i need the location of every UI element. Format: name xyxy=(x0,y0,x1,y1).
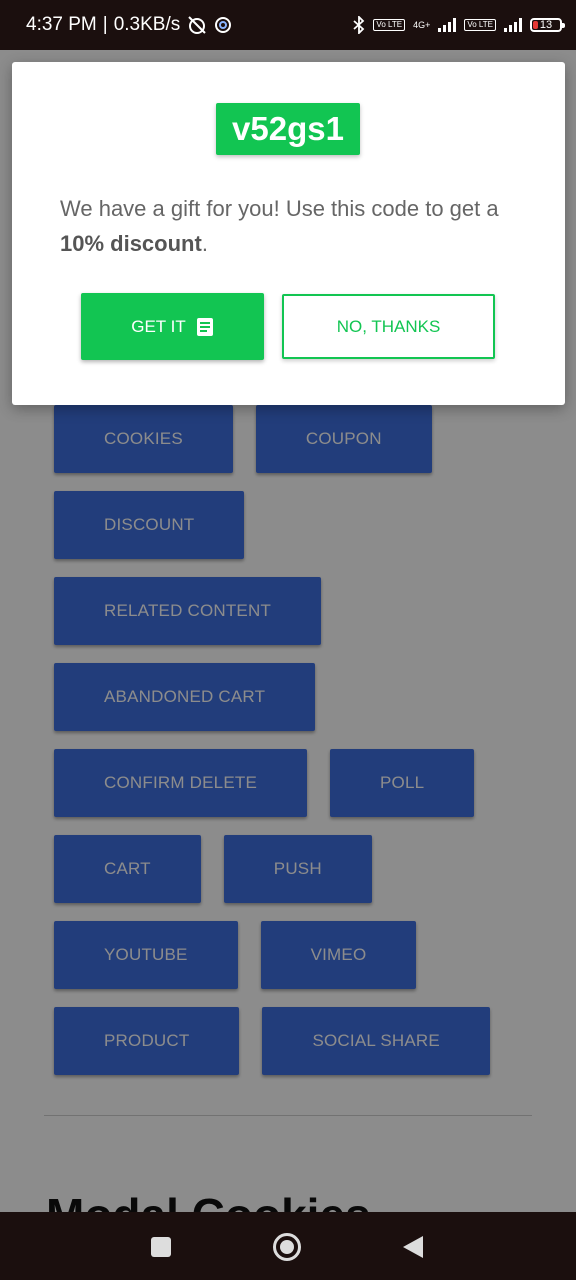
clock: 4:37 PM xyxy=(26,14,97,35)
signal-icon-2 xyxy=(504,18,522,32)
modal-message: We have a gift for you! Use this code to… xyxy=(60,191,530,261)
no-thanks-button[interactable]: NO, THANKS xyxy=(282,294,495,359)
volte-icon-2: Vo LTE xyxy=(464,19,496,31)
alarm-off-icon xyxy=(186,14,208,36)
volte-icon: Vo LTE xyxy=(373,19,406,31)
book-icon xyxy=(196,317,214,337)
network-speed: 0.3KB/s xyxy=(113,14,181,35)
battery-icon: 13 xyxy=(530,18,565,32)
network-type: 4G+ xyxy=(413,20,431,30)
app-notification-icon xyxy=(214,16,232,34)
discount-amount: 10% discount xyxy=(60,231,202,256)
recents-square-icon[interactable] xyxy=(146,1232,176,1262)
coupon-code: v52gs1 xyxy=(216,103,360,155)
message-end: . xyxy=(201,231,208,256)
discount-modal: v52gs1 We have a gift for you! Use this … xyxy=(12,62,565,405)
home-circle-icon[interactable] xyxy=(272,1232,302,1262)
message-text: We have a gift for you! Use this code to… xyxy=(60,196,499,221)
get-it-label: GET IT xyxy=(131,316,186,336)
status-separator: | xyxy=(102,14,108,35)
bluetooth-icon xyxy=(353,16,365,34)
get-it-button[interactable]: GET IT xyxy=(81,293,264,360)
back-triangle-icon[interactable] xyxy=(398,1232,428,1262)
signal-icon xyxy=(438,18,457,32)
battery-level: 13 xyxy=(539,19,553,31)
status-bar: 4:37 PM | 0.3KB/s Vo LTE 4G+ Vo LTE 13 xyxy=(0,0,576,50)
navigation-bar xyxy=(0,1212,576,1280)
